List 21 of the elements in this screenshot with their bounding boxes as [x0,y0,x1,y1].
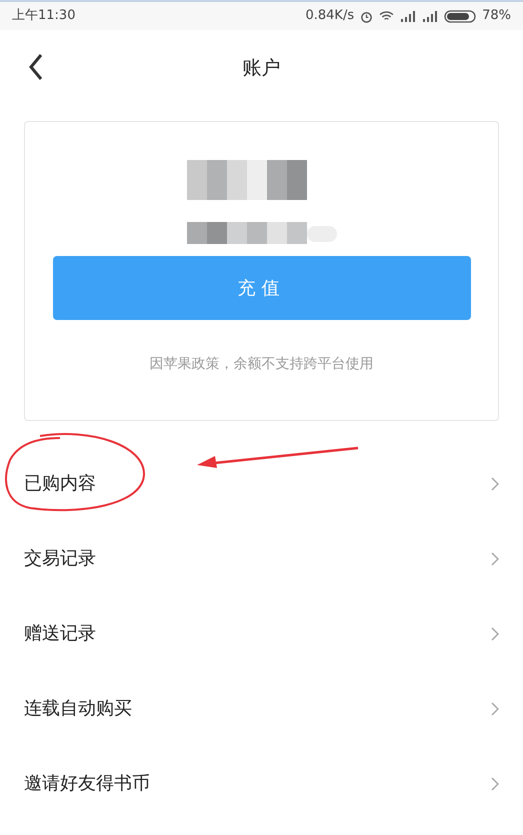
chevron-icon [491,552,499,566]
menu-item[interactable]: 赠送记录 [0,596,523,671]
wifi-icon [379,10,394,22]
menu-item[interactable]: 已购内容 [0,446,523,521]
page-title: 账户 [242,56,280,81]
chevron-icon [491,702,499,716]
menu-item[interactable]: 连载自动购买 [0,671,523,746]
chevron-icon [491,626,499,640]
battery-icon [444,10,476,22]
battery-level: 78% [482,7,511,26]
signal-icon [422,10,438,22]
chevron-icon [491,776,499,790]
back-icon [28,53,44,81]
alarm-icon [360,10,374,22]
menu-item[interactable]: 邀请好友得书币 [0,746,523,821]
menu-item[interactable]: 交易记录 [0,521,523,596]
platform-note: 因苹果政策，余额不支持跨平台使用 [150,355,374,374]
chevron-icon [491,476,499,490]
network-speed: 0.84K/s [305,7,354,26]
status-time: 上午11:30 [12,7,76,26]
signal-icon [400,10,416,22]
